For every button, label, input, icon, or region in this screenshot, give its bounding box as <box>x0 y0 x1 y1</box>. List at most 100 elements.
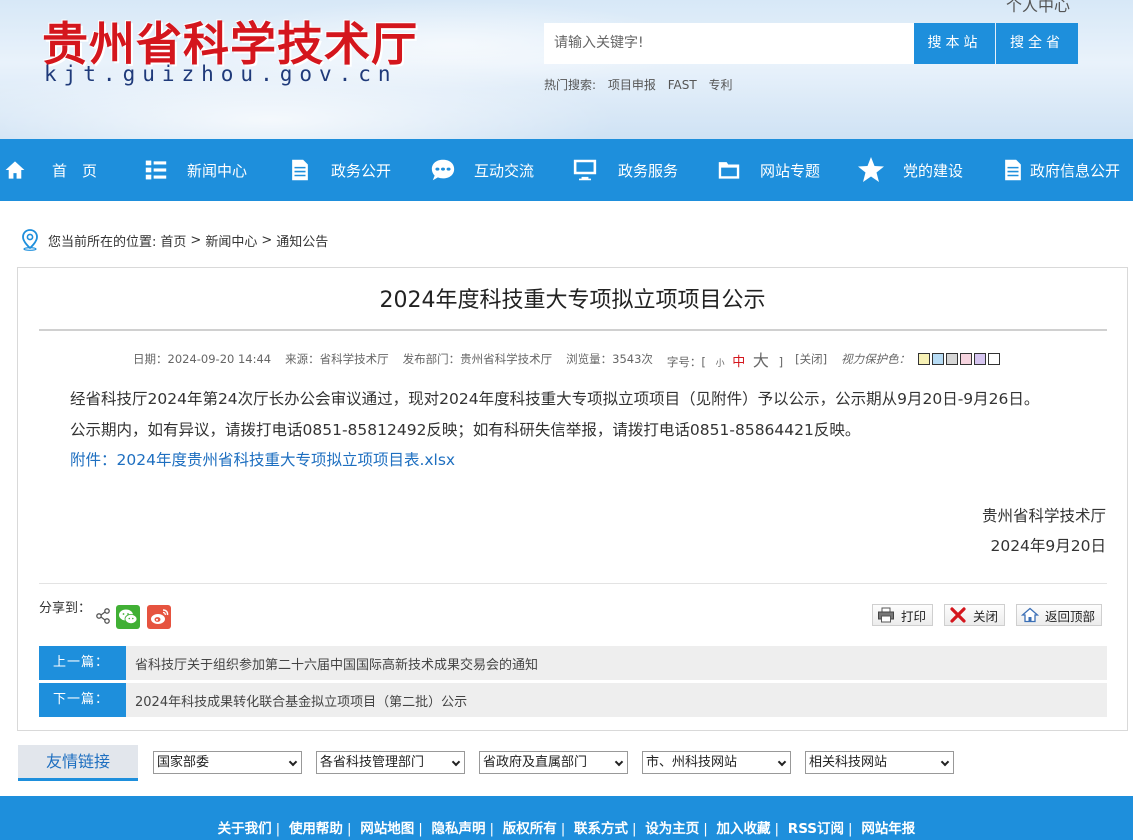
footer-divider: | <box>703 821 708 837</box>
nav-item-label: 党的建设 <box>903 161 964 180</box>
select-value: 各省科技管理部门 <box>320 755 425 770</box>
search-input[interactable]: 请输入关键字! <box>544 23 914 64</box>
font-large-button[interactable]: 大 <box>753 351 769 370</box>
footer-link-contact[interactable]: 联系方式 <box>570 821 632 837</box>
nav-item-gov-info[interactable]: 政府信息公开 <box>1002 139 1120 201</box>
nav-item-label: 政务公开 <box>331 161 392 180</box>
nav-item-gov-public[interactable]: 政务公开 <box>289 139 391 201</box>
footer-divider: | <box>632 821 637 837</box>
print-button[interactable]: 打印 <box>872 604 934 626</box>
site-footer: 关于我们 | 使用帮助 | 网站地图 | 隐私声明 | 版权所有 | 联系方式 | 设为主页… <box>0 796 1133 840</box>
footer-link-sitemap[interactable]: 网站地图 <box>356 821 418 837</box>
chevron-down-icon <box>940 757 950 767</box>
document-icon <box>292 159 308 181</box>
share-icon[interactable] <box>95 608 111 624</box>
footer-links: 关于我们 | 使用帮助 | 网站地图 | 隐私声明 | 版权所有 | 联系方式 | 设为主页… <box>0 817 1133 837</box>
color-swatch[interactable] <box>918 353 931 365</box>
nav-item-label: 政府信息公开 <box>1030 161 1121 180</box>
color-swatch[interactable] <box>960 353 973 365</box>
nav-item-news[interactable]: 新闻中心 <box>145 139 247 201</box>
nav-item-label: 互动交流 <box>474 161 535 180</box>
prev-article-link[interactable]: 省科技厅关于组织参加第二十六届中国国际高新技术成果交易会的通知 <box>135 654 538 673</box>
nav-item-label: 新闻中心 <box>187 161 248 180</box>
prev-article[interactable]: 上一篇： 省科技厅关于组织参加第二十六届中国国际高新技术成果交易会的通知 <box>39 646 1107 680</box>
next-article-link[interactable]: 2024年科技成果转化联合基金拟立项项目（第二批）公示 <box>135 691 467 710</box>
footer-divider: | <box>848 821 853 837</box>
nav-item-interaction[interactable]: 互动交流 <box>430 139 534 201</box>
footer-link-privacy[interactable]: 隐私声明 <box>427 821 489 837</box>
search-province-button[interactable]: 搜全省 <box>996 23 1078 64</box>
nav-item-topics[interactable]: 网站专题 <box>714 139 820 201</box>
link-select-provincial-sci[interactable]: 各省科技管理部门 <box>316 751 465 774</box>
nav-item-party[interactable]: 党的建设 <box>857 139 963 201</box>
article-paragraph: 经省科技厅2024年第24次厅长办公会审议通过，现对2024年度科技重大专项拟立… <box>70 390 1040 408</box>
location-pin-icon <box>22 229 38 251</box>
link-select-provincial-gov[interactable]: 省政府及直属部门 <box>479 751 628 774</box>
font-medium-button[interactable]: 中 <box>732 355 745 370</box>
link-select-ministries[interactable]: 国家部委 <box>153 751 302 774</box>
footer-divider: | <box>346 821 352 837</box>
personal-center-link[interactable]: 个人中心 <box>1006 0 1070 16</box>
breadcrumb-home[interactable]: 首页 <box>160 231 186 250</box>
nav-item-gov-service[interactable]: 政务服务 <box>572 139 678 201</box>
next-article[interactable]: 下一篇： 2024年科技成果转化联合基金拟立项项目（第二批）公示 <box>39 683 1107 717</box>
article-paragraph: 公示期内，如有异议，请拨打电话0851-85812492反映；如有科研失信举报，… <box>70 421 861 439</box>
footer-divider: | <box>774 821 780 837</box>
eye-protection-swatches <box>918 353 1002 365</box>
footer-link-help[interactable]: 使用帮助 <box>285 821 347 837</box>
font-small-button[interactable]: 小 <box>716 359 725 369</box>
font-size-close-bracket: ] <box>778 355 784 369</box>
friendly-links-tab[interactable]: 友情链接 <box>18 745 138 781</box>
next-label: 下一篇： <box>39 683 126 717</box>
weibo-share-icon[interactable] <box>147 605 171 629</box>
home-icon <box>1021 607 1039 623</box>
back-to-top-label: 返回顶部 <box>1045 608 1096 624</box>
close-button[interactable]: 关闭 <box>944 604 1006 626</box>
hot-search: 热门搜索: 项目申报 FAST 专利 <box>544 76 741 93</box>
footer-divider: | <box>489 821 495 837</box>
nav-item-label: 网站专题 <box>760 161 821 180</box>
breadcrumb-news[interactable]: 新闻中心 <box>205 231 257 250</box>
link-select-related-sci[interactable]: 相关科技网站 <box>805 751 954 774</box>
footer-link-favorite[interactable]: 加入收藏 <box>713 821 775 837</box>
weibo-icon <box>151 609 169 624</box>
breadcrumb-notices[interactable]: 通知公告 <box>276 231 328 250</box>
list-icon <box>145 160 167 180</box>
footer-link-homepage[interactable]: 设为主页 <box>641 821 703 837</box>
back-to-top-button[interactable]: 返回顶部 <box>1016 604 1103 626</box>
footer-link-rss[interactable]: RSS订阅 <box>784 821 848 837</box>
hot-search-term[interactable]: 项目申报 <box>608 78 656 92</box>
footer-link-about[interactable]: 关于我们 <box>214 821 276 837</box>
breadcrumb-prefix: 您当前所在的位置: <box>48 234 157 250</box>
hot-search-term[interactable]: 专利 <box>709 78 733 92</box>
font-size-label: 字号：[ <box>666 355 706 369</box>
chevron-down-icon <box>777 757 787 767</box>
footer-link-annual-report[interactable]: 网站年报 <box>857 821 919 837</box>
nav-item-label: 首 页 <box>52 161 98 180</box>
attachment-link[interactable]: 附件：2024年度贵州省科技重大专项拟立项项目表.xlsx <box>70 448 455 470</box>
color-swatch[interactable] <box>974 353 987 365</box>
prev-label: 上一篇： <box>39 646 126 680</box>
color-swatch[interactable] <box>946 353 959 365</box>
font-size-control: 字号：[ 小 中 大 ] <box>667 347 783 371</box>
hot-search-label: 热门搜索: <box>544 78 597 92</box>
color-swatch[interactable] <box>932 353 945 365</box>
chat-icon <box>431 159 455 181</box>
print-label: 打印 <box>901 608 927 624</box>
footer-divider: | <box>560 821 566 837</box>
search-site-button[interactable]: 搜本站 <box>914 23 995 64</box>
select-value: 市、州科技网站 <box>646 755 738 770</box>
breadcrumb: 您当前所在的位置: 首页 > 新闻中心 > 通知公告 <box>20 229 328 251</box>
chevron-down-icon <box>288 757 298 767</box>
eye-protection-label: 视力保护色： <box>841 352 911 366</box>
article-container: 2024年度科技重大专项拟立项项目公示 日期：2024-09-20 14:44 … <box>17 267 1128 731</box>
footer-link-copyright[interactable]: 版权所有 <box>499 821 561 837</box>
color-swatch[interactable] <box>988 353 1001 365</box>
chevron-down-icon <box>614 757 624 767</box>
breadcrumb-separator: > <box>190 232 202 248</box>
hot-search-term[interactable]: FAST <box>668 78 697 92</box>
close-link[interactable]: [关闭] <box>795 351 827 367</box>
nav-item-home[interactable]: 首 页 <box>4 139 97 201</box>
link-select-city-sci[interactable]: 市、州科技网站 <box>642 751 791 774</box>
wechat-share-icon[interactable] <box>116 605 140 629</box>
